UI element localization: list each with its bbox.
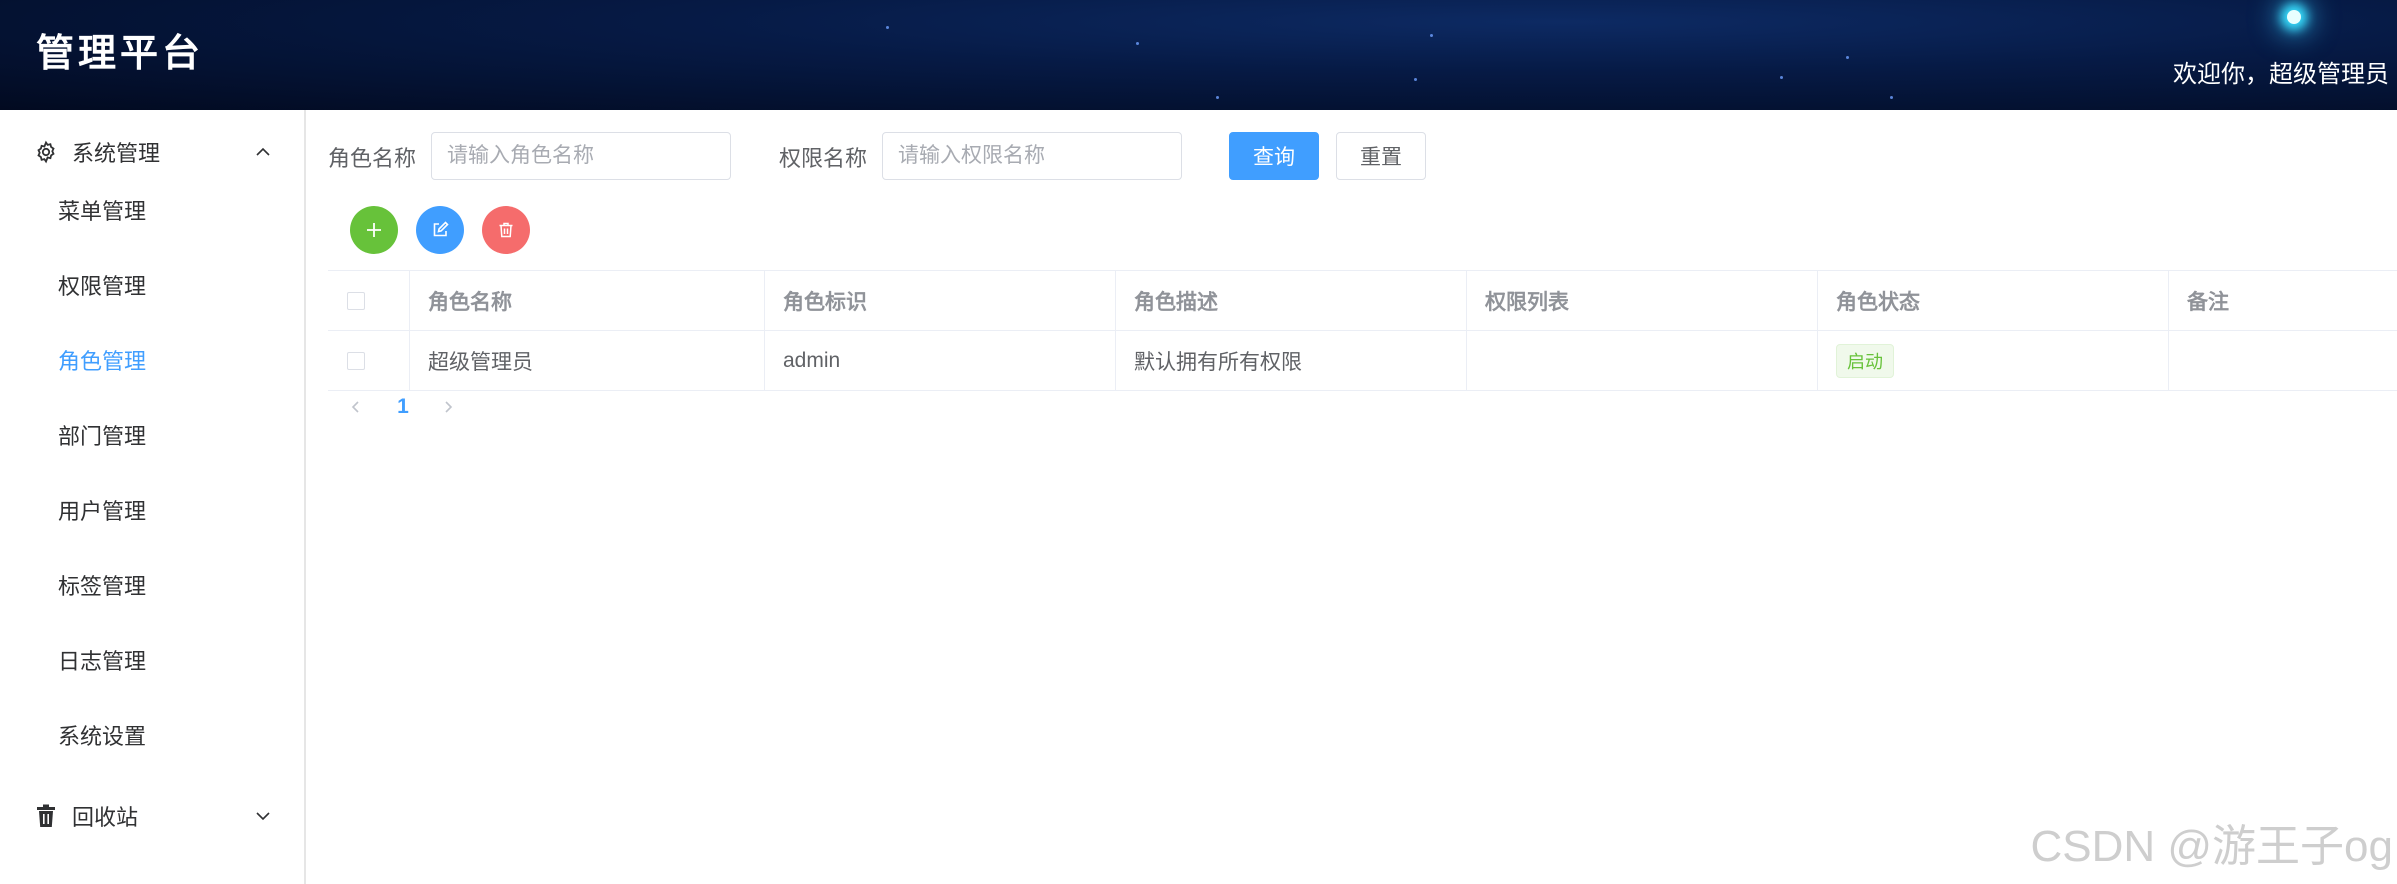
cell-role-description: 默认拥有所有权限 [1116,331,1467,390]
cell-role-status: 启动 [1818,331,2169,390]
perm-name-input[interactable] [882,132,1182,180]
plus-icon [367,223,381,237]
top-header: 管理平台 欢迎你，超级管理员 [0,0,2397,110]
column-header[interactable]: 权限列表 [1467,271,1818,330]
row-checkbox[interactable] [347,351,365,370]
sidebar-item-tag[interactable]: 标签管理 [0,557,304,617]
background-star [1414,78,1417,81]
row-select-cell [328,331,410,390]
glow-star [2287,10,2301,24]
query-button[interactable]: 查询 [1229,132,1319,180]
select-all-checkbox[interactable] [347,291,365,310]
sidebar-item-log[interactable]: 日志管理 [0,632,304,692]
cell-permissions [1467,331,1818,390]
prev-page-button[interactable] [346,392,366,422]
sidebar: 系统管理 菜单管理 权限管理 角色管理 部门管理 用户管理 标签管理 日志管理 … [0,110,306,884]
background-star [1890,96,1893,99]
sidebar-item-permission[interactable]: 权限管理 [0,257,304,317]
gear-icon [34,140,58,164]
role-name-input[interactable] [431,132,731,180]
reset-button[interactable]: 重置 [1336,132,1426,180]
trash-icon [34,804,58,828]
chevron-down-icon [256,812,270,821]
cell-role-name: 超级管理员 [410,331,765,390]
table-header-row: 角色名称 角色标识 角色描述 权限列表 角色状态 备注 [328,271,2397,331]
page-number[interactable]: 1 [388,392,418,422]
select-all-cell [328,271,410,330]
app-title: 管理平台 [36,30,205,75]
column-header[interactable]: 角色描述 [1116,271,1467,330]
edit-button[interactable] [416,206,464,254]
status-badge: 启动 [1836,343,1894,378]
welcome-text: 欢迎你，超级管理员 [2173,61,2389,88]
menu-group-label: 回收站 [72,805,139,830]
chevron-left-icon [351,401,359,413]
sidebar-item-user[interactable]: 用户管理 [0,482,304,542]
chevron-right-icon [445,401,453,413]
column-header[interactable]: 角色标识 [765,271,1116,330]
trash-icon [499,222,513,238]
sidebar-item-settings[interactable]: 系统设置 [0,707,304,767]
sidebar-item-department[interactable]: 部门管理 [0,407,304,467]
menu-group-label: 系统管理 [72,141,161,166]
background-star [1780,76,1783,79]
column-header[interactable]: 备注 [2169,271,2397,330]
sidebar-item-menu[interactable]: 菜单管理 [0,182,304,242]
sidebar-item-role[interactable]: 角色管理 [0,332,304,392]
cell-remark [2169,331,2397,390]
background-star [1430,34,1433,37]
column-header[interactable]: 角色状态 [1818,271,2169,330]
background-star [1136,42,1139,45]
next-page-button[interactable] [438,392,458,422]
cell-role-key: admin [765,331,1116,390]
menu-group-recycle[interactable]: 回收站 [0,786,304,846]
edit-icon [433,221,449,237]
perm-name-label: 权限名称 [779,146,868,171]
background-star [1846,56,1849,59]
watermark: CSDN @游王子og [2030,822,2393,871]
menu-group-system[interactable]: 系统管理 [0,122,304,182]
add-button[interactable] [350,206,398,254]
background-star [886,26,889,29]
role-name-label: 角色名称 [328,146,417,171]
role-table: 角色名称 角色标识 角色描述 权限列表 角色状态 备注 超级管理员 admin … [328,270,2397,391]
background-star [1216,96,1219,99]
main-content: 角色名称 权限名称 查询 重置 角色名称 角色标识 角色描述 [306,110,2397,884]
table-row[interactable]: 超级管理员 admin 默认拥有所有权限 启动 [328,331,2397,391]
delete-button[interactable] [482,206,530,254]
column-header[interactable]: 角色名称 [410,271,765,330]
chevron-up-icon [256,147,270,156]
